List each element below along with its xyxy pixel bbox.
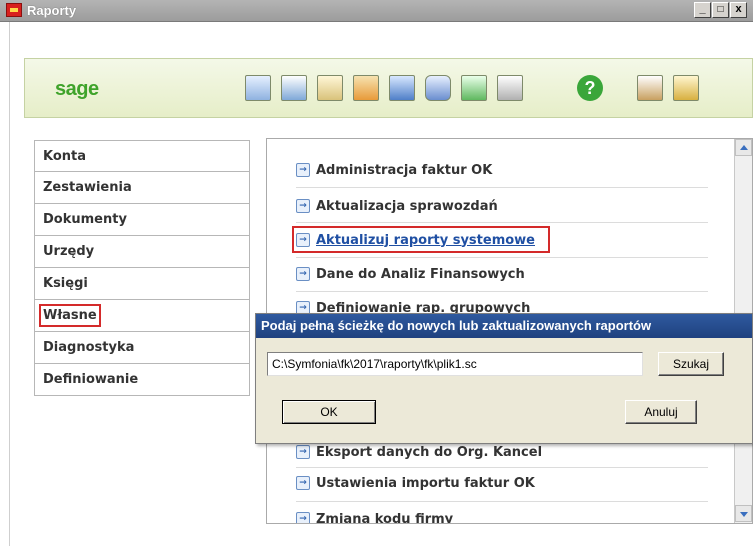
arrow-right-icon: → [296, 267, 310, 281]
scroll-up-icon[interactable] [735, 139, 752, 156]
line-chart-icon[interactable] [461, 75, 487, 101]
close-button[interactable]: x [730, 2, 747, 18]
app-icon [6, 3, 22, 17]
nav-item-wlasne[interactable]: Własne [34, 300, 250, 332]
divider [296, 257, 708, 258]
divider [296, 467, 708, 468]
category-nav: Konta Zestawienia Dokumenty Urzędy Księg… [34, 140, 250, 396]
nav-item-dokumenty[interactable]: Dokumenty [34, 204, 250, 236]
nav-item-ksiegi[interactable]: Księgi [34, 268, 250, 300]
highlight-box [292, 226, 550, 253]
arrow-right-icon: → [296, 476, 310, 490]
nav-item-konta[interactable]: Konta [34, 140, 250, 172]
title-bar: Raporty _ □ x [0, 0, 753, 22]
nav-item-urzedy[interactable]: Urzędy [34, 236, 250, 268]
nav-item-zestawienia[interactable]: Zestawienia [34, 172, 250, 204]
grid-table-icon[interactable] [389, 75, 415, 101]
divider [296, 501, 708, 502]
report-item[interactable]: → Aktualizacja sprawozdań [296, 195, 498, 217]
report-item[interactable]: → Ustawienia importu faktur OK [296, 472, 535, 494]
register-icon[interactable] [353, 75, 379, 101]
browse-button[interactable]: Szukaj [658, 352, 724, 376]
chart-window-icon[interactable] [281, 75, 307, 101]
ok-button[interactable]: OK [282, 400, 376, 424]
toolbar: sage ? [24, 58, 753, 118]
tools-icon[interactable] [425, 75, 451, 101]
arrow-right-icon: → [296, 512, 310, 523]
arrow-right-icon: → [296, 163, 310, 177]
divider [296, 222, 708, 223]
divider [296, 187, 708, 188]
scroll-down-icon[interactable] [735, 505, 752, 522]
path-dialog: Podaj pełną ścieżkę do nowych lub zaktua… [255, 313, 753, 444]
phone-icon[interactable] [673, 75, 699, 101]
arrow-right-icon: → [296, 199, 310, 213]
ledger-icon[interactable] [245, 75, 271, 101]
cancel-button[interactable]: Anuluj [625, 400, 697, 424]
minimize-button[interactable]: _ [694, 2, 711, 18]
dialog-title: Podaj pełną ścieżkę do nowych lub zaktua… [256, 314, 752, 338]
path-input[interactable]: C:\Symfonia\fk\2017\raporty\fk\plik1.sc [267, 352, 643, 376]
divider [296, 291, 708, 292]
report-item[interactable]: → Zmiana kodu firmy [296, 508, 453, 523]
sage-logo: sage [55, 78, 99, 100]
report-item[interactable]: → Dane do Analiz Finansowych [296, 263, 525, 285]
arrow-right-icon: → [296, 445, 310, 459]
report-list-icon[interactable] [497, 75, 523, 101]
help-icon[interactable]: ? [577, 75, 603, 101]
maximize-button[interactable]: □ [712, 2, 729, 18]
report-item[interactable]: → Eksport danych do Org. Kancel [296, 441, 542, 463]
mail-icon[interactable] [637, 75, 663, 101]
nav-item-diagnostyka[interactable]: Diagnostyka [34, 332, 250, 364]
vat-document-icon[interactable] [317, 75, 343, 101]
nav-item-definiowanie[interactable]: Definiowanie [34, 364, 250, 396]
report-item[interactable]: → Administracja faktur OK [296, 159, 492, 181]
window-title: Raporty [27, 3, 77, 18]
